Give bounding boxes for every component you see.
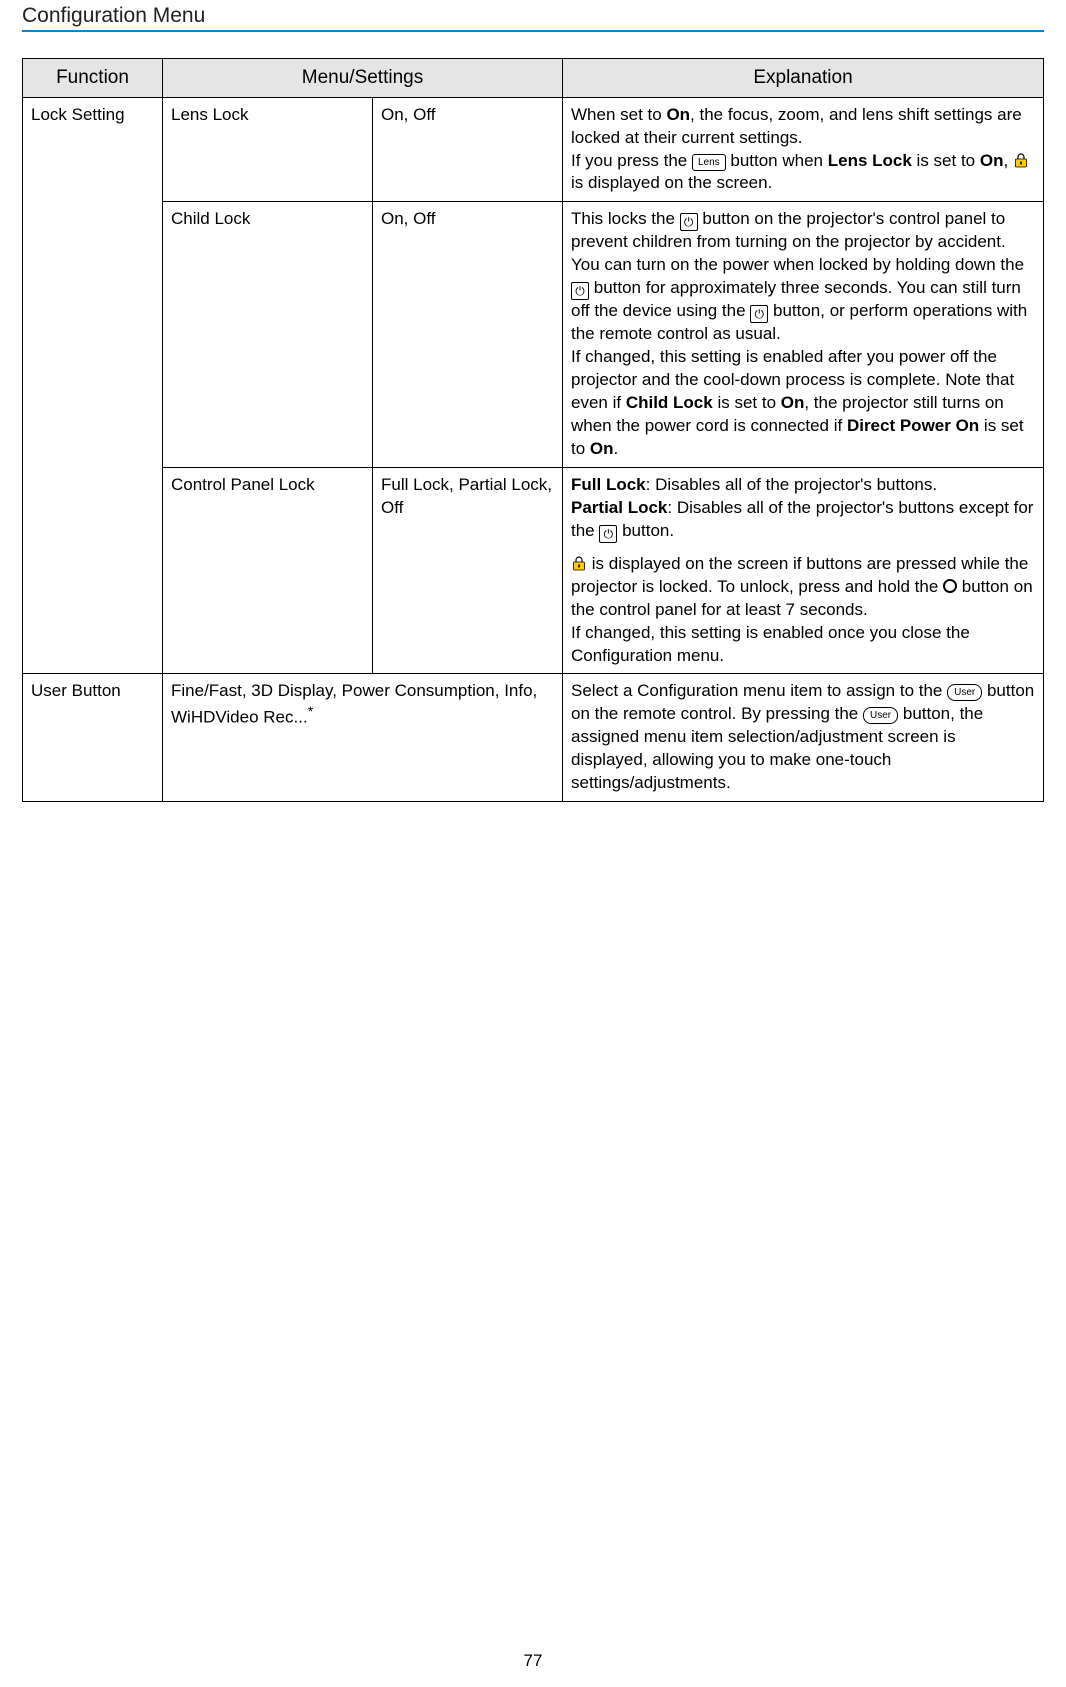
table-row: Child Lock On, Off This locks the ⏻ butt… (23, 202, 1044, 468)
text-bold: On (980, 151, 1004, 170)
text: is displayed on the screen. (571, 173, 772, 192)
power-button-icon: ⏻ (680, 213, 698, 231)
text-bold: On (666, 105, 690, 124)
table-row: Lock Setting Lens Lock On, Off When set … (23, 97, 1044, 202)
lock-icon (571, 555, 587, 571)
text-bold: On (781, 393, 805, 412)
text-bold: Lens Lock (828, 151, 912, 170)
function-user-button: User Button (23, 674, 163, 802)
text-bold: Partial Lock (571, 498, 667, 517)
text: Select a Configuration menu item to assi… (571, 681, 947, 700)
text: button. (622, 521, 674, 540)
page-title: Configuration Menu (22, 4, 205, 27)
settings-control-panel-lock: Full Lock, Partial Lock, Off (373, 467, 563, 674)
explanation-lens-lock: When set to On, the focus, zoom, and len… (563, 97, 1044, 202)
user-button-icon: User (863, 707, 898, 724)
lens-button-icon: Lens (692, 154, 726, 171)
settings-table: Function Menu/Settings Explanation Lock … (22, 58, 1044, 802)
menu-control-panel-lock: Control Panel Lock (163, 467, 373, 674)
text-bold: Child Lock (626, 393, 713, 412)
page-header: Configuration Menu (22, 0, 1044, 32)
text: . (614, 439, 619, 458)
table-row: Control Panel Lock Full Lock, Partial Lo… (23, 467, 1044, 674)
page-number: 77 (0, 1651, 1066, 1671)
col-explanation: Explanation (563, 59, 1044, 98)
table-row: User Button Fine/Fast, 3D Display, Power… (23, 674, 1044, 802)
power-button-icon: ⏻ (571, 282, 589, 300)
col-function: Function (23, 59, 163, 98)
text-bold: Direct Power On (847, 416, 979, 435)
explanation-control-panel-lock: Full Lock: Disables all of the projector… (563, 467, 1044, 674)
col-menu: Menu/Settings (163, 59, 563, 98)
asterisk: * (308, 704, 314, 720)
settings-lens-lock: On, Off (373, 97, 563, 202)
text: is displayed on the screen if buttons ar… (571, 554, 1028, 596)
explanation-user-button: Select a Configuration menu item to assi… (563, 674, 1044, 802)
menu-child-lock: Child Lock (163, 202, 373, 468)
text: If changed, this setting is enabled once… (571, 623, 970, 665)
menu-lens-lock: Lens Lock (163, 97, 373, 202)
settings-child-lock: On, Off (373, 202, 563, 468)
text: : Disables all of the projector's button… (646, 475, 937, 494)
explanation-child-lock: This locks the ⏻ button on the projector… (563, 202, 1044, 468)
user-button-icon: User (947, 684, 982, 701)
power-button-icon: ⏻ (750, 305, 768, 323)
text: If you press the (571, 151, 692, 170)
text: is set to (912, 151, 980, 170)
lock-icon (1013, 152, 1029, 168)
menu-user-button: Fine/Fast, 3D Display, Power Consumption… (163, 674, 563, 802)
text-bold: Full Lock (571, 475, 646, 494)
function-lock-setting: Lock Setting (23, 97, 163, 674)
text: Fine/Fast, 3D Display, Power Consumption… (171, 681, 537, 727)
text-bold: On (590, 439, 614, 458)
text: This locks the (571, 209, 680, 228)
circle-button-icon (943, 579, 957, 593)
power-button-icon: ⏻ (599, 525, 617, 543)
text: When set to (571, 105, 666, 124)
text: , (1003, 151, 1012, 170)
table-header-row: Function Menu/Settings Explanation (23, 59, 1044, 98)
text: is set to (713, 393, 781, 412)
text: button when (730, 151, 827, 170)
